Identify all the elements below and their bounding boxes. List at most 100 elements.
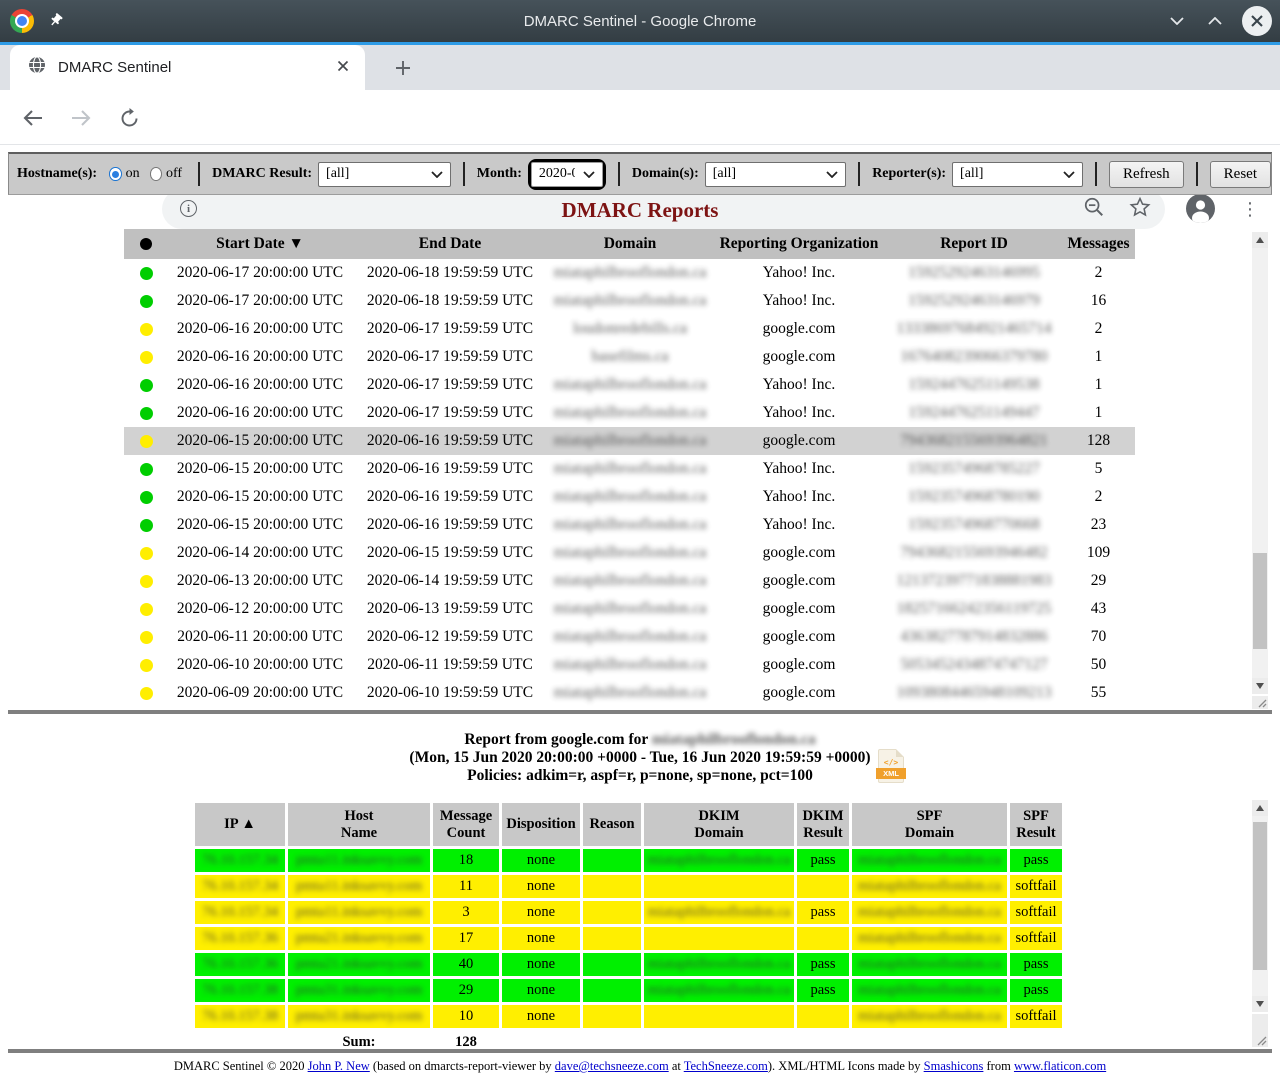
- filter-bar: Hostname(s): on off DMARC Result: [all] …: [8, 152, 1272, 195]
- back-icon[interactable]: [19, 104, 47, 132]
- tab-title: DMARC Sentinel: [58, 59, 337, 76]
- report-row[interactable]: 2020-06-16 20:00:00 UTC2020-06-17 19:59:…: [124, 399, 1135, 427]
- detail-row[interactable]: 76.10.157.36pmta21.inksavvy.com40nonemia…: [195, 953, 1062, 976]
- report-row[interactable]: 2020-06-16 20:00:00 UTC2020-06-17 19:59:…: [124, 371, 1135, 399]
- count-cell: 18: [433, 849, 499, 872]
- hostnames-off-label[interactable]: off: [166, 166, 182, 182]
- report-row[interactable]: 2020-06-09 20:00:00 UTC2020-06-10 19:59:…: [124, 679, 1135, 707]
- reports-resize-grip[interactable]: [1252, 696, 1268, 709]
- column-header-domain[interactable]: Domain: [548, 229, 712, 259]
- report-row[interactable]: 2020-06-17 20:00:00 UTC2020-06-18 19:59:…: [124, 259, 1135, 287]
- hostnames-on-label[interactable]: on: [126, 166, 140, 182]
- reports-scrollbar-thumb[interactable]: [1253, 553, 1267, 649]
- report-row[interactable]: 2020-06-13 20:00:00 UTC2020-06-14 19:59:…: [124, 567, 1135, 595]
- host-cell: pmta31.inksavvy.com: [288, 979, 430, 1002]
- report-row[interactable]: 2020-06-15 20:00:00 UTC2020-06-16 19:59:…: [124, 511, 1135, 539]
- report-row[interactable]: 2020-06-14 20:00:00 UTC2020-06-15 19:59:…: [124, 539, 1135, 567]
- org-cell: Yahoo! Inc.: [712, 371, 886, 399]
- month-select[interactable]: 2020-06: [531, 162, 603, 187]
- window-close-button[interactable]: [1242, 6, 1272, 36]
- host-cell: pmta11.inksavvy.com: [288, 875, 430, 898]
- footer-link[interactable]: www.flaticon.com: [1014, 1059, 1106, 1073]
- report-row[interactable]: 2020-06-17 20:00:00 UTC2020-06-18 19:59:…: [124, 287, 1135, 315]
- footer-text: ). XML/HTML Icons made by: [768, 1059, 924, 1073]
- reload-icon[interactable]: [115, 104, 143, 132]
- reset-button[interactable]: Reset: [1210, 161, 1271, 188]
- detail-row[interactable]: 76.10.157.34pmta11.inksavvy.com3nonemiat…: [195, 901, 1062, 924]
- detail-row[interactable]: 76.10.157.38pmta31.inksavvy.com10nonemia…: [195, 1005, 1062, 1028]
- refresh-button[interactable]: Refresh: [1109, 161, 1184, 188]
- report-row[interactable]: 2020-06-12 20:00:00 UTC2020-06-13 19:59:…: [124, 595, 1135, 623]
- footer-link[interactable]: dave@techsneeze.com: [555, 1059, 669, 1073]
- reporters-select[interactable]: [all]: [952, 162, 1083, 187]
- column-header-end-date[interactable]: End Date: [352, 229, 548, 259]
- messages-cell: 1: [1062, 343, 1135, 371]
- spf-result-cell: pass: [1010, 849, 1062, 872]
- detail-column-header[interactable]: Message Count: [433, 803, 499, 846]
- dmarc-result-select[interactable]: [all]: [318, 162, 451, 187]
- column-header-report-id[interactable]: Report ID: [886, 229, 1062, 259]
- tab-close-icon[interactable]: [337, 59, 349, 77]
- footer-link[interactable]: TechSneeze.com: [684, 1059, 768, 1073]
- status-cell: [124, 567, 168, 595]
- detail-scrollbar-thumb[interactable]: [1253, 822, 1267, 970]
- detail-column-header[interactable]: DKIM Result: [797, 803, 849, 846]
- scroll-up-icon[interactable]: [1252, 232, 1268, 248]
- footer-link[interactable]: Smashicons: [924, 1059, 984, 1073]
- detail-column-header[interactable]: Reason: [583, 803, 641, 846]
- start-date-cell: 2020-06-16 20:00:00 UTC: [168, 371, 352, 399]
- column-header-start-date-[interactable]: Start Date ▼: [168, 229, 352, 259]
- window-minimize-button[interactable]: [1166, 10, 1188, 32]
- detail-column-header[interactable]: Disposition: [502, 803, 580, 846]
- host-cell: pmta11.inksavvy.com: [288, 849, 430, 872]
- detail-resize-grip[interactable]: [1252, 1014, 1268, 1047]
- detail-row[interactable]: 76.10.157.34pmta11.inksavvy.com18nonemia…: [195, 849, 1062, 872]
- dkim-result-cell: pass: [797, 901, 849, 924]
- scroll-up-icon[interactable]: [1252, 800, 1268, 816]
- report-row[interactable]: 2020-06-11 20:00:00 UTC2020-06-12 19:59:…: [124, 623, 1135, 651]
- column-header-messages[interactable]: Messages: [1062, 229, 1135, 259]
- report-row[interactable]: 2020-06-15 20:00:00 UTC2020-06-16 19:59:…: [124, 427, 1135, 455]
- forward-icon[interactable]: [67, 104, 95, 132]
- new-tab-button[interactable]: [388, 53, 418, 83]
- filter-separator: [618, 162, 620, 186]
- report-row[interactable]: 2020-06-15 20:00:00 UTC2020-06-16 19:59:…: [124, 483, 1135, 511]
- report-row[interactable]: 2020-06-10 20:00:00 UTC2020-06-11 19:59:…: [124, 651, 1135, 679]
- detail-row[interactable]: 76.10.157.38pmta31.inksavvy.com29nonemia…: [195, 979, 1062, 1002]
- tab-dmarc-sentinel[interactable]: DMARC Sentinel: [10, 45, 365, 90]
- spf-domain-cell: miataphilbrooflondon.ca: [852, 979, 1007, 1002]
- spf-domain-cell: miataphilbrooflondon.ca: [852, 901, 1007, 924]
- report-id-cell: 10938084465948109213: [886, 679, 1062, 707]
- reason-cell: [583, 979, 641, 1002]
- report-row[interactable]: 2020-06-15 20:00:00 UTC2020-06-16 19:59:…: [124, 455, 1135, 483]
- hostnames-on-radio[interactable]: [109, 167, 121, 181]
- report-row[interactable]: 2020-06-16 20:00:00 UTC2020-06-17 19:59:…: [124, 343, 1135, 371]
- detail-column-header[interactable]: DKIM Domain: [644, 803, 794, 846]
- month-label: Month:: [477, 166, 522, 182]
- scroll-down-icon[interactable]: [1252, 678, 1268, 694]
- detail-column-header[interactable]: IP ▲: [195, 803, 285, 846]
- detail-column-header[interactable]: Host Name: [288, 803, 430, 846]
- xml-download-icon[interactable]: </> XML: [878, 749, 904, 783]
- count-cell: 17: [433, 927, 499, 950]
- reports-scrollbar[interactable]: [1252, 232, 1268, 694]
- status-cell: [124, 595, 168, 623]
- detail-row[interactable]: 76.10.157.34pmta11.inksavvy.com11nonemia…: [195, 875, 1062, 898]
- detail-column-header[interactable]: SPF Domain: [852, 803, 1007, 846]
- detail-column-header[interactable]: SPF Result: [1010, 803, 1062, 846]
- reason-cell: [583, 1005, 641, 1028]
- footer-link[interactable]: John P. New: [308, 1059, 370, 1073]
- scroll-down-icon[interactable]: [1252, 996, 1268, 1012]
- report-id-cell: 1676408239066379780: [886, 343, 1062, 371]
- detail-scrollbar[interactable]: [1252, 800, 1268, 1012]
- status-dot-icon: [140, 603, 153, 616]
- domains-select[interactable]: [all]: [705, 162, 846, 187]
- status-column-header[interactable]: [124, 229, 168, 259]
- detail-row[interactable]: 76.10.157.36pmta21.inksavvy.com17nonemia…: [195, 927, 1062, 950]
- start-date-cell: 2020-06-10 20:00:00 UTC: [168, 651, 352, 679]
- host-cell: pmta11.inksavvy.com: [288, 901, 430, 924]
- window-maximize-button[interactable]: [1204, 10, 1226, 32]
- hostnames-off-radio[interactable]: [150, 167, 162, 181]
- report-row[interactable]: 2020-06-16 20:00:00 UTC2020-06-17 19:59:…: [124, 315, 1135, 343]
- column-header-reporting-organization[interactable]: Reporting Organization: [712, 229, 886, 259]
